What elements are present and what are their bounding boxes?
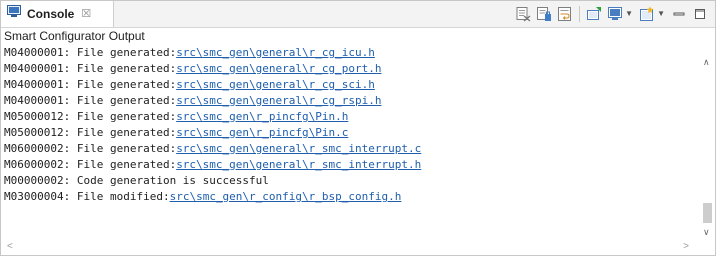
console-line: M04000001: File generated:src\smc_gen\ge…: [4, 77, 698, 93]
file-link[interactable]: src\smc_gen\r_config\r_bsp_config.h: [170, 190, 402, 203]
tab-label: Console: [27, 7, 75, 21]
close-icon[interactable]: ☒: [81, 8, 91, 20]
console-line: M04000001: File generated:src\smc_gen\ge…: [4, 45, 698, 61]
console-line: M05000012: File generated:src\smc_gen\r_…: [4, 109, 698, 125]
console-line: M03000004: File modified:src\smc_gen\r_c…: [4, 189, 698, 205]
console-line-text: M06000002: File generated:: [4, 142, 177, 155]
console-line: M06000002: File generated:src\smc_gen\ge…: [4, 141, 698, 157]
scroll-right-icon[interactable]: >: [683, 241, 689, 252]
file-link[interactable]: src\smc_gen\general\r_smc_interrupt.h: [176, 158, 421, 171]
scroll-down-icon[interactable]: ∨: [703, 227, 710, 238]
console-line-text: M05000012: File generated:: [4, 110, 177, 123]
file-link[interactable]: src\smc_gen\general\r_smc_interrupt.c: [176, 142, 421, 155]
console-view: Console ☒ ▼ ▼ Smart Configurator Output …: [0, 0, 716, 256]
console-line-text: M04000001: File generated:: [4, 78, 177, 91]
console-line: M06000002: File generated:src\smc_gen\ge…: [4, 157, 698, 173]
console-line: M04000001: File generated:src\smc_gen\ge…: [4, 93, 698, 109]
console-line: M05000012: File generated:src\smc_gen\r_…: [4, 125, 698, 141]
console-line: M04000001: File generated:src\smc_gen\ge…: [4, 61, 698, 77]
scrollbar-thumb[interactable]: [703, 203, 712, 223]
file-link[interactable]: src\smc_gen\r_pincfg\Pin.c: [176, 126, 348, 139]
console-output[interactable]: M04000001: File generated:src\smc_gen\ge…: [4, 45, 698, 235]
open-console-icon[interactable]: [638, 5, 656, 23]
console-line-text: M06000002: File generated:: [4, 158, 177, 171]
view-tab-bar: Console ☒ ▼ ▼: [1, 1, 715, 28]
console-line-text: M04000001: File generated:: [4, 46, 177, 59]
file-link[interactable]: src\smc_gen\r_pincfg\Pin.h: [176, 110, 348, 123]
vertical-scrollbar[interactable]: ∧ ∨: [699, 45, 715, 239]
display-console-icon[interactable]: [606, 5, 624, 23]
console-line-text: M00000002: Code generation is successful: [4, 174, 269, 187]
view-toolbar: ▼ ▼: [511, 1, 709, 27]
chevron-down-icon[interactable]: ▼: [625, 10, 633, 18]
minimize-icon[interactable]: [670, 5, 688, 23]
chevron-down-icon[interactable]: ▼: [657, 10, 665, 18]
word-wrap-icon[interactable]: [556, 5, 574, 23]
console-line-text: M03000004: File modified:: [4, 190, 170, 203]
scroll-up-icon[interactable]: ∧: [703, 57, 710, 68]
console-icon: [7, 5, 21, 23]
maximize-icon[interactable]: [691, 5, 709, 23]
horizontal-scrollbar[interactable]: < >: [1, 239, 699, 255]
file-link[interactable]: src\smc_gen\general\r_cg_sci.h: [176, 78, 375, 91]
file-link[interactable]: src\smc_gen\general\r_cg_port.h: [176, 62, 381, 75]
scroll-lock-icon[interactable]: [535, 5, 553, 23]
console-line-text: M04000001: File generated:: [4, 94, 177, 107]
console-title: Smart Configurator Output: [4, 29, 145, 43]
console-line: M00000002: Code generation is successful: [4, 173, 698, 189]
toolbar-separator: [579, 6, 581, 22]
file-link[interactable]: src\smc_gen\general\r_cg_icu.h: [176, 46, 375, 59]
console-line-text: M05000012: File generated:: [4, 126, 177, 139]
console-line-text: M04000001: File generated:: [4, 62, 177, 75]
tab-console[interactable]: Console ☒: [1, 1, 114, 27]
scroll-left-icon[interactable]: <: [7, 241, 13, 252]
pin-console-icon[interactable]: [585, 5, 603, 23]
clear-console-icon[interactable]: [514, 5, 532, 23]
file-link[interactable]: src\smc_gen\general\r_cg_rspi.h: [176, 94, 381, 107]
